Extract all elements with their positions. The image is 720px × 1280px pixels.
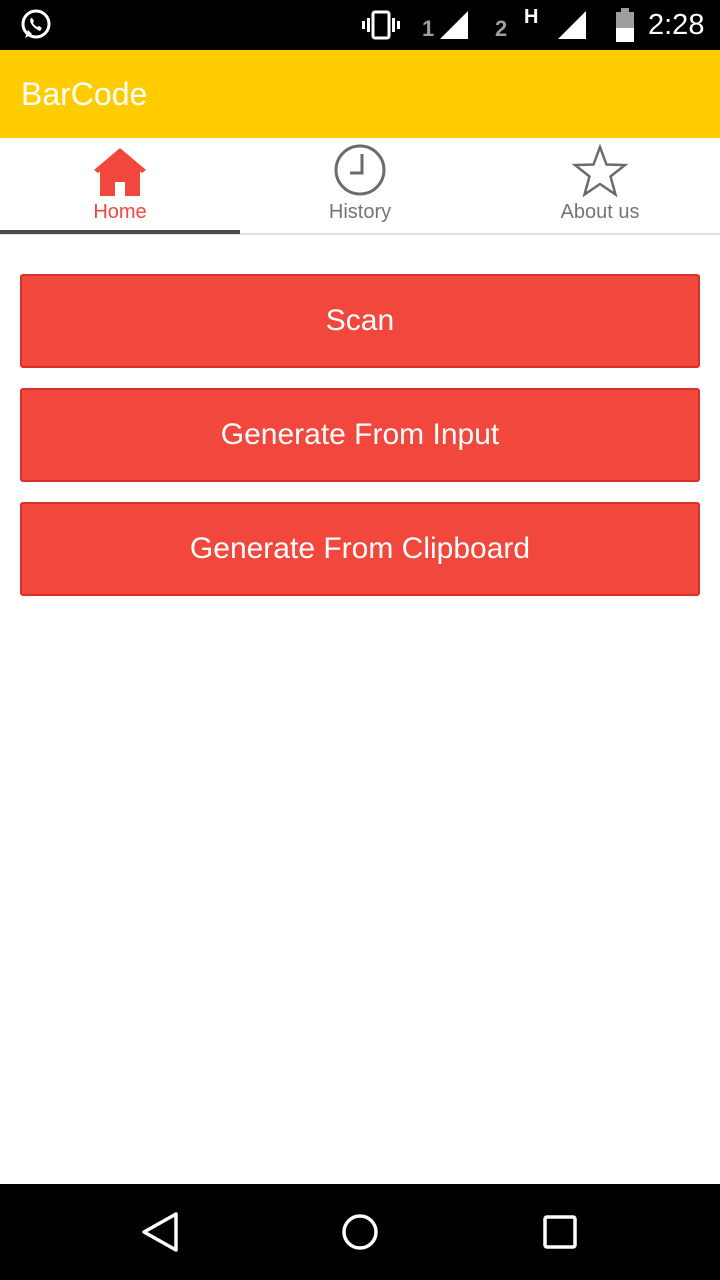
clock-icon	[334, 144, 386, 196]
tab-bar: Home History About us	[0, 138, 720, 235]
vibrate-icon	[362, 0, 400, 50]
system-nav-bar	[0, 1184, 720, 1280]
whatsapp-icon	[18, 0, 54, 50]
tab-indicator	[0, 230, 240, 234]
tab-about[interactable]: About us	[480, 138, 720, 235]
home-circle-icon[interactable]	[336, 1208, 384, 1256]
tab-home-label: Home	[93, 201, 147, 223]
tab-home[interactable]: Home	[0, 138, 240, 235]
signal-icon	[556, 0, 588, 50]
sim1-label: 1	[422, 16, 435, 41]
generate-from-input-button[interactable]: Generate From Input	[20, 388, 700, 482]
scan-button[interactable]: Scan	[20, 274, 700, 368]
battery-icon	[614, 0, 636, 50]
tab-about-label: About us	[560, 201, 640, 223]
recents-icon[interactable]	[536, 1208, 584, 1256]
network-type-label: H	[524, 5, 539, 28]
tab-history[interactable]: History	[240, 138, 480, 235]
tab-history-label: History	[328, 201, 392, 223]
back-icon[interactable]	[136, 1208, 184, 1256]
status-bar: 1 2 H 2:28	[0, 0, 720, 50]
star-icon	[572, 144, 628, 198]
app-title: BarCode	[21, 75, 148, 112]
app-bar: BarCode	[0, 50, 720, 138]
status-time: 2:28	[648, 8, 705, 41]
signal-icon	[438, 0, 470, 50]
home-icon	[94, 148, 146, 196]
sim2-label: 2	[495, 16, 508, 41]
generate-from-clipboard-button[interactable]: Generate From Clipboard	[20, 502, 700, 596]
